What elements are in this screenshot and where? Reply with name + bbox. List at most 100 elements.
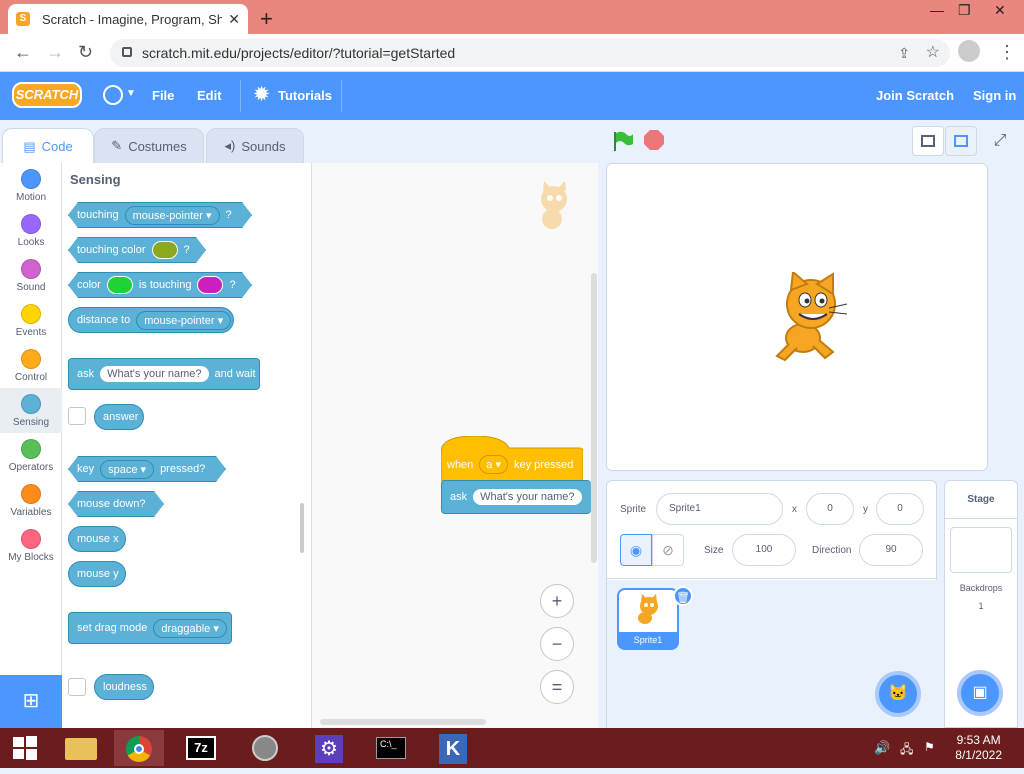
block-touching-color[interactable]: touching color ?: [68, 237, 206, 263]
stage-target-pane[interactable]: Stage Backdrops 1 ▣: [944, 480, 1018, 728]
sprite-y-input[interactable]: 0: [876, 493, 924, 525]
block-loudness[interactable]: loudness: [94, 674, 154, 700]
sprite-x-input[interactable]: 0: [806, 493, 854, 525]
color-swatch[interactable]: [152, 241, 178, 259]
browser-tab[interactable]: S Scratch - Imagine, Program, Shar ✕: [8, 4, 248, 34]
key-dropdown[interactable]: space ▾: [100, 460, 154, 479]
stop-icon[interactable]: [644, 130, 664, 150]
category-control[interactable]: Control: [0, 343, 62, 388]
script-vertical-scrollbar[interactable]: [591, 273, 597, 563]
k-app-icon[interactable]: K: [428, 730, 478, 766]
reload-icon[interactable]: ↻: [78, 42, 93, 63]
delete-sprite-trash-icon[interactable]: 🗑: [673, 586, 693, 606]
choose-backdrop-button[interactable]: ▣: [957, 670, 1003, 716]
stage-canvas[interactable]: [606, 163, 988, 471]
block-distance-to[interactable]: distance to mouse-pointer ▾: [68, 307, 234, 333]
fullscreen-icon[interactable]: ⤢: [984, 126, 1016, 156]
drag-mode-dropdown[interactable]: draggable ▾: [153, 618, 227, 638]
add-extension-button[interactable]: ⊞: [0, 675, 62, 728]
settings-gear-icon[interactable]: ⚙: [304, 730, 354, 766]
network-icon[interactable]: 🖧: [900, 740, 913, 761]
script-area[interactable]: when a ▾ key pressed ask What's your nam…: [312, 163, 598, 728]
tab-sounds[interactable]: ◂) Sounds: [206, 128, 304, 164]
edit-menu[interactable]: Edit: [197, 88, 222, 103]
restore-window-icon[interactable]: ❐: [958, 2, 971, 19]
chevron-down-icon[interactable]: ▼: [126, 88, 136, 99]
sign-in-link[interactable]: Sign in: [973, 88, 1016, 103]
category-my-blocks[interactable]: My Blocks: [0, 523, 62, 568]
address-bar[interactable]: scratch.mit.edu/projects/editor/?tutoria…: [110, 39, 950, 67]
block-touching[interactable]: touching mouse-pointer ▾ ?: [68, 202, 252, 228]
close-tab-icon[interactable]: ✕: [228, 11, 240, 28]
ask-question-input[interactable]: What's your name?: [473, 489, 582, 505]
backdrop-thumbnail[interactable]: [950, 527, 1012, 573]
category-operators[interactable]: Operators: [0, 433, 62, 478]
palette-scrollbar[interactable]: [300, 503, 304, 553]
new-tab-icon[interactable]: +: [260, 6, 273, 32]
choose-sprite-button[interactable]: 🐱: [875, 671, 921, 717]
block-mouse-x[interactable]: mouse x: [68, 526, 126, 552]
when-key-pressed-block[interactable]: when a ▾ key pressed: [441, 436, 583, 482]
sprite-thumbnail[interactable]: Sprite1 🗑: [617, 586, 693, 650]
block-color-is-touching[interactable]: color is touching ?: [68, 272, 252, 298]
zoom-out-button[interactable]: −: [540, 627, 574, 661]
share-icon[interactable]: ⇪: [898, 39, 910, 67]
lock-icon[interactable]: [122, 47, 132, 57]
hide-sprite-eye-icon[interactable]: ⊘: [652, 534, 684, 566]
loudness-checkbox[interactable]: [68, 678, 86, 696]
block-answer[interactable]: answer: [94, 404, 144, 430]
block-mouse-y[interactable]: mouse y: [68, 561, 126, 587]
action-center-flag-icon[interactable]: ⚑: [924, 740, 935, 754]
ask-block[interactable]: ask What's your name?: [441, 480, 591, 514]
block-mouse-down[interactable]: mouse down?: [68, 491, 164, 517]
terminal-icon[interactable]: C:\_: [366, 730, 416, 766]
sprite-name-input[interactable]: Sprite1: [656, 493, 783, 525]
normal-stage-button[interactable]: [945, 126, 977, 156]
show-sprite-eye-icon[interactable]: ◉: [620, 534, 652, 566]
7zip-icon[interactable]: 7z: [176, 730, 226, 766]
category-variables[interactable]: Variables: [0, 478, 62, 523]
block-ask-and-wait[interactable]: ask What's your name? and wait: [68, 358, 260, 390]
touching-dropdown[interactable]: mouse-pointer ▾: [125, 206, 220, 225]
zoom-reset-button[interactable]: =: [540, 670, 574, 704]
close-window-icon[interactable]: ✕: [994, 2, 1006, 19]
sprite-direction-input[interactable]: 90: [859, 534, 923, 566]
category-sensing[interactable]: Sensing: [0, 388, 62, 433]
profile-avatar-icon[interactable]: [958, 40, 980, 62]
key-select-dropdown[interactable]: a ▾: [479, 455, 508, 474]
sprite-size-input[interactable]: 100: [732, 534, 796, 566]
minimize-window-icon[interactable]: —: [930, 2, 944, 18]
forward-arrow-icon[interactable]: →: [46, 42, 64, 63]
category-looks[interactable]: Looks: [0, 208, 62, 253]
taskbar-clock[interactable]: 9:53 AM 8/1/2022: [955, 733, 1002, 763]
language-globe-icon[interactable]: [103, 85, 123, 105]
zoom-in-button[interactable]: +: [540, 584, 574, 618]
file-menu[interactable]: File: [152, 88, 174, 103]
tab-code[interactable]: ▤ Code: [2, 128, 94, 164]
tutorials-lightbulb-icon[interactable]: ✹: [254, 84, 269, 105]
bookmark-star-icon[interactable]: ☆: [926, 39, 940, 67]
volume-icon[interactable]: 🔊: [874, 740, 890, 756]
distance-dropdown[interactable]: mouse-pointer ▾: [136, 310, 232, 330]
windows-start-icon[interactable]: [0, 730, 50, 766]
file-explorer-icon[interactable]: [56, 730, 106, 766]
block-key-pressed[interactable]: key space ▾ pressed?: [68, 456, 226, 482]
tutorials-menu[interactable]: Tutorials: [278, 88, 332, 103]
chrome-icon[interactable]: [114, 730, 164, 766]
browser-menu-icon[interactable]: ⋮: [998, 42, 1016, 63]
script-horizontal-scrollbar[interactable]: [320, 719, 486, 725]
color-swatch[interactable]: [197, 276, 223, 294]
join-scratch-link[interactable]: Join Scratch: [876, 88, 954, 103]
ask-text-input[interactable]: What's your name?: [100, 366, 209, 382]
small-stage-button[interactable]: [912, 126, 944, 156]
green-flag-icon[interactable]: [612, 130, 634, 152]
scratch-logo[interactable]: SCRATCH: [12, 82, 82, 108]
back-arrow-icon[interactable]: ←: [14, 42, 32, 63]
speaker-app-icon[interactable]: [240, 730, 290, 766]
tab-costumes[interactable]: ✎ Costumes: [94, 128, 204, 164]
category-events[interactable]: Events: [0, 298, 62, 343]
sprite-cat[interactable]: [767, 270, 853, 364]
color-swatch[interactable]: [107, 276, 133, 294]
block-set-drag-mode[interactable]: set drag mode draggable ▾: [68, 612, 232, 644]
answer-checkbox[interactable]: [68, 407, 86, 425]
